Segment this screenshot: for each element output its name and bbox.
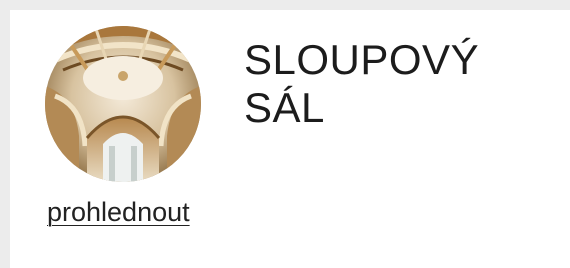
- vaulted-hall-photo-icon: [45, 26, 201, 182]
- hall-title-line-1: SLOUPOVÝ: [244, 36, 480, 83]
- hall-thumbnail-image[interactable]: [45, 26, 201, 182]
- hall-title-line-2: SÁL: [244, 84, 325, 131]
- hall-card: SLOUPOVÝ SÁL prohlednout: [10, 10, 570, 268]
- view-link[interactable]: prohlednout: [47, 197, 190, 228]
- hall-title: SLOUPOVÝ SÁL: [244, 36, 544, 132]
